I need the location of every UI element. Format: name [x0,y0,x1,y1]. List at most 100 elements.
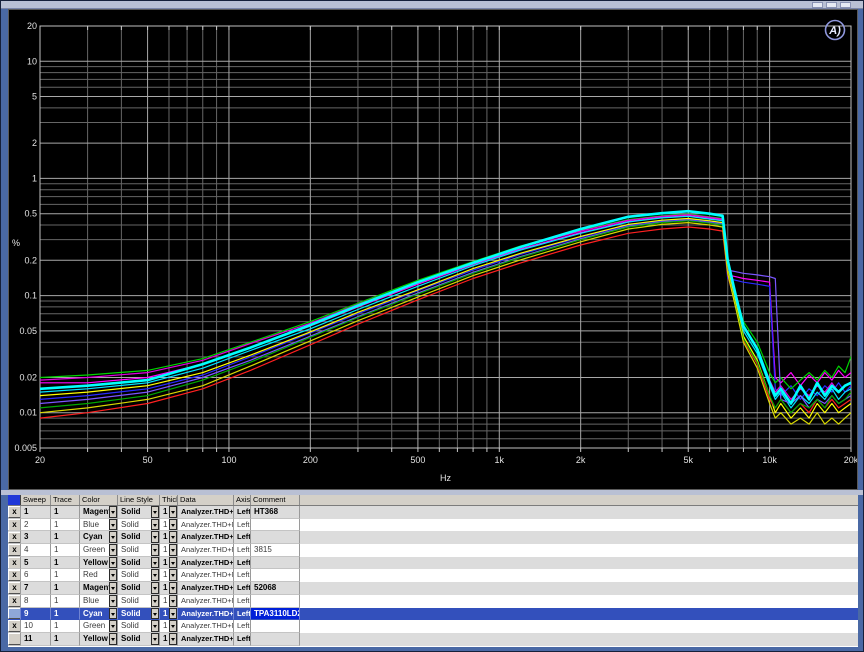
sweep-enable-cell[interactable]: x [8,531,21,544]
axis-cell[interactable]: Left [234,544,251,557]
comment-cell[interactable] [251,620,300,633]
color-dropdown-button[interactable] [109,519,117,531]
thick-cell[interactable]: 1 [160,569,178,582]
axis-cell[interactable]: Left [234,582,251,595]
color-cell[interactable]: Magenta [80,582,118,595]
color-dropdown-button[interactable] [109,620,117,632]
thick-cell[interactable]: 1 [160,633,178,646]
window-controls[interactable] [812,2,851,8]
trace-number-cell[interactable]: 1 [51,608,80,621]
thick-dropdown-button[interactable] [169,595,177,607]
thick-dropdown-button[interactable] [169,608,177,620]
color-cell[interactable]: Cyan [80,608,118,621]
thick-cell[interactable]: 1 [160,544,178,557]
sweep-enable-button[interactable]: x [8,519,21,531]
line-style-dropdown-button[interactable] [151,569,159,581]
sweep-number-cell[interactable]: 8 [21,595,51,608]
sweep-number-cell[interactable]: 11 [21,633,51,646]
comment-cell[interactable]: TPA3110LD2 [251,608,300,621]
sweep-number-cell[interactable]: 5 [21,557,51,570]
line-style-cell[interactable]: Solid [118,544,160,557]
thick-dropdown-button[interactable] [169,557,177,569]
thick-cell[interactable]: 1 [160,557,178,570]
thick-dropdown-button[interactable] [169,620,177,632]
color-dropdown-button[interactable] [109,633,117,645]
comment-cell[interactable] [251,595,300,608]
sweep-row-10[interactable]: x101GreenSolid1Analyzer.THD+NLeft [8,620,858,633]
trace-number-cell[interactable]: 1 [51,506,80,519]
sweep-number-cell[interactable]: 7 [21,582,51,595]
axis-cell[interactable]: Left [234,595,251,608]
comment-cell[interactable] [251,557,300,570]
thick-cell[interactable]: 1 [160,595,178,608]
sweep-enable-cell[interactable]: x [8,595,21,608]
color-cell[interactable]: Green [80,620,118,633]
sweep-enable-button[interactable] [8,608,21,620]
trace-number-cell[interactable]: 1 [51,519,80,532]
sweep-row-3[interactable]: x31CyanSolid1Analyzer.THD+NLeft [8,531,858,544]
thick-dropdown-button[interactable] [169,506,177,518]
thick-dropdown-button[interactable] [169,519,177,531]
comment-cell[interactable] [251,569,300,582]
axis-cell[interactable]: Left [234,569,251,582]
sweep-enable-button[interactable]: x [8,595,21,607]
data-source-cell[interactable]: Analyzer.THD+N [178,620,234,633]
sweep-row-8[interactable]: x81BlueSolid1Analyzer.THD+NLeft [8,595,858,608]
sweep-enable-cell[interactable]: x [8,506,21,519]
sweep-enable-button[interactable]: x [8,582,21,594]
sweep-enable-button[interactable]: x [8,620,21,632]
line-style-cell[interactable]: Solid [118,569,160,582]
color-dropdown-button[interactable] [109,544,117,556]
line-style-dropdown-button[interactable] [151,633,159,645]
line-style-cell[interactable]: Solid [118,633,160,646]
line-style-cell[interactable]: Solid [118,506,160,519]
line-style-cell[interactable]: Solid [118,582,160,595]
data-source-cell[interactable]: Analyzer.THD+N [178,544,234,557]
data-source-cell[interactable]: Analyzer.THD+N [178,608,234,621]
axis-cell[interactable]: Left [234,608,251,621]
axis-cell[interactable]: Left [234,506,251,519]
sweep-number-cell[interactable]: 3 [21,531,51,544]
minimize-icon[interactable] [812,2,823,8]
sweep-row-2[interactable]: x21BlueSolid1Analyzer.THD+NLeft [8,519,858,532]
data-source-cell[interactable]: Analyzer.THD+N [178,595,234,608]
color-dropdown-button[interactable] [109,608,117,620]
close-icon[interactable] [840,2,851,8]
sweep-row-5[interactable]: x51YellowSolid1Analyzer.THD+NLeft [8,557,858,570]
sweep-number-cell[interactable]: 9 [21,608,51,621]
color-cell[interactable]: Blue [80,519,118,532]
comment-cell[interactable] [251,531,300,544]
sweep-number-cell[interactable]: 6 [21,569,51,582]
data-source-cell[interactable]: Analyzer.THD+N [178,531,234,544]
trace-number-cell[interactable]: 1 [51,531,80,544]
sweep-row-1[interactable]: x11MagentaSolid1Analyzer.THD+NLeftHT368 [8,506,858,519]
color-cell[interactable]: Magenta [80,506,118,519]
comment-cell[interactable] [251,519,300,532]
sweep-enable-cell[interactable]: x [8,582,21,595]
line-style-cell[interactable]: Solid [118,620,160,633]
line-style-dropdown-button[interactable] [151,582,159,594]
data-source-cell[interactable]: Analyzer.THD+N [178,519,234,532]
color-cell[interactable]: Blue [80,595,118,608]
thick-cell[interactable]: 1 [160,582,178,595]
sweep-number-cell[interactable]: 2 [21,519,51,532]
data-source-cell[interactable]: Analyzer.THD+N [178,557,234,570]
line-style-dropdown-button[interactable] [151,506,159,518]
thick-dropdown-button[interactable] [169,544,177,556]
maximize-icon[interactable] [826,2,837,8]
sweep-enable-button[interactable]: x [8,570,21,582]
sweep-number-cell[interactable]: 1 [21,506,51,519]
color-dropdown-button[interactable] [109,569,117,581]
thick-cell[interactable]: 1 [160,620,178,633]
axis-cell[interactable]: Left [234,620,251,633]
axis-cell[interactable]: Left [234,633,251,646]
color-dropdown-button[interactable] [109,531,117,543]
thick-dropdown-button[interactable] [169,582,177,594]
comment-cell[interactable]: 3815 [251,544,300,557]
comment-cell[interactable]: HT368 [251,506,300,519]
color-dropdown-button[interactable] [109,582,117,594]
line-style-cell[interactable]: Solid [118,608,160,621]
axis-cell[interactable]: Left [234,557,251,570]
sweep-enable-cell[interactable]: x [8,569,21,582]
color-cell[interactable]: Red [80,569,118,582]
